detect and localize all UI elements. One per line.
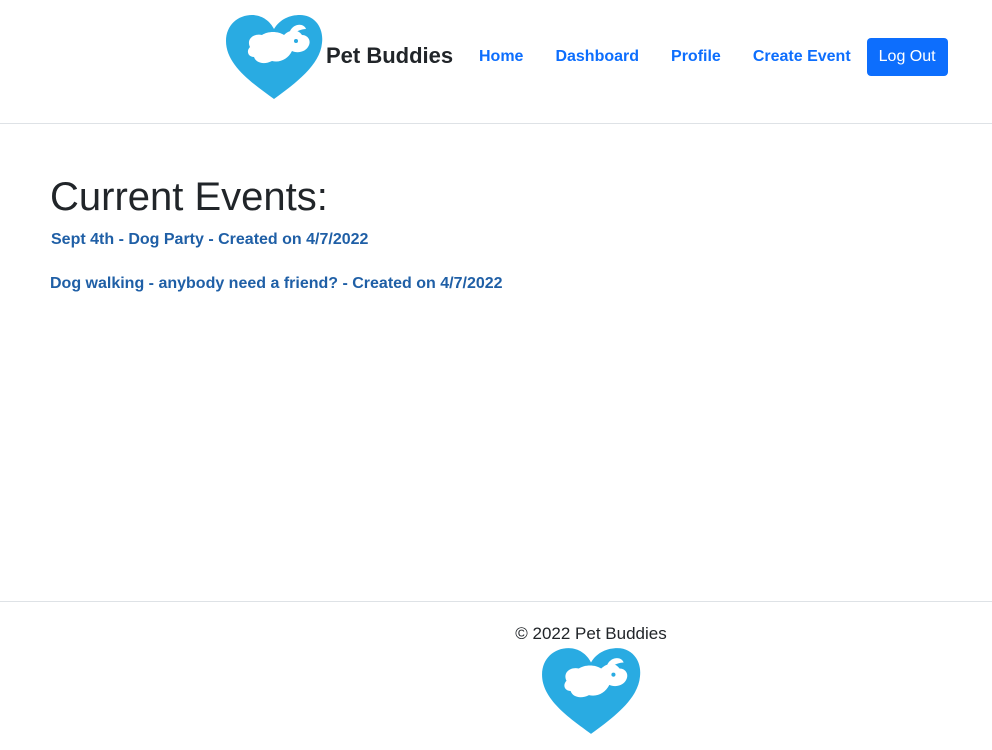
page-title: Current Events: [50,175,328,219]
logout-button[interactable]: Log Out [866,38,948,76]
brand-name: Pet Buddies [326,43,454,68]
main-nav: Home Dashboard Profile Create Event Log … [463,38,948,76]
nav-profile[interactable]: Profile [655,48,737,66]
event-link[interactable]: Sept 4th - Dog Party - Created on 4/7/20… [51,231,950,249]
site-header: Pet Buddies Home Dashboard Profile Creat… [0,0,992,124]
heart-dog-logo-icon [224,13,324,101]
brand-link[interactable]: Pet Buddies [224,12,453,102]
nav-dashboard[interactable]: Dashboard [539,48,655,66]
nav-home[interactable]: Home [463,48,539,66]
heart-dog-logo-icon [540,646,642,741]
event-link[interactable]: Dog walking - anybody need a friend? - C… [50,275,950,293]
nav-create-event[interactable]: Create Event [737,48,867,66]
copyright-text: © 2022 Pet Buddies [515,624,667,643]
main-content: Current Events: Sept 4th - Dog Party - C… [50,172,950,293]
site-footer: © 2022 Pet Buddies [0,601,992,750]
